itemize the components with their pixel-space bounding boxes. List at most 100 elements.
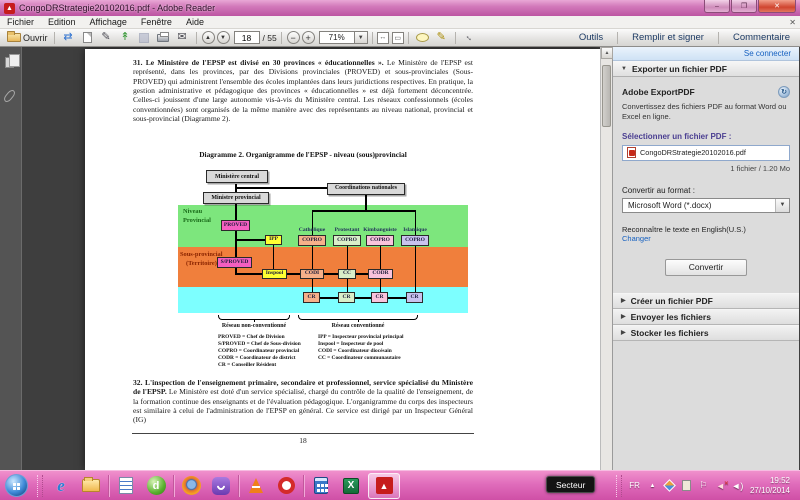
triangle-right-icon: ▶ xyxy=(621,329,626,336)
navigation-pane xyxy=(0,47,22,470)
minimize-button[interactable]: – xyxy=(704,0,730,13)
change-language-link[interactable]: Changer xyxy=(622,234,790,243)
muted-device-icon[interactable]: ◄ xyxy=(714,479,727,493)
start-button[interactable] xyxy=(5,474,28,497)
chevron-down-icon: ▼ xyxy=(358,35,364,41)
export-pdf-header[interactable]: ▼ Exporter un fichier PDF xyxy=(613,61,799,77)
maximize-button[interactable]: ❐ xyxy=(731,0,757,13)
fullscreen-icon: ↔ xyxy=(463,31,476,44)
document-canvas: 31. Le Ministère de l'EPSP est divisé en… xyxy=(22,47,600,470)
zoom-dropdown[interactable]: ▼ xyxy=(355,31,368,44)
section-envoyer-fichiers[interactable]: ▶ Envoyer les fichiers xyxy=(613,309,799,325)
upload-button[interactable]: ↟ xyxy=(118,30,133,45)
fit-page-button[interactable]: ▭ xyxy=(392,32,404,44)
calculator-icon[interactable] xyxy=(308,474,334,498)
fit-width-button[interactable]: ↔ xyxy=(377,32,389,44)
node-copro-islamique: COPRO xyxy=(401,235,429,246)
selected-file-box[interactable]: CongoDRStrategie20102016.pdf xyxy=(622,145,790,161)
page-thumbnails-icon[interactable] xyxy=(5,57,14,68)
menu-fenetre[interactable]: Fenêtre xyxy=(134,16,179,28)
windows-explorer-icon[interactable] xyxy=(78,474,104,498)
section-stocker-fichiers[interactable]: ▶ Stocker les fichiers xyxy=(613,325,799,341)
save-button[interactable] xyxy=(137,30,152,45)
clipboard-icon[interactable] xyxy=(680,479,693,493)
print-icon xyxy=(157,34,169,42)
sign-in-link[interactable]: Se connecter xyxy=(744,49,791,58)
print-button[interactable] xyxy=(156,30,171,45)
brace-non-conventionne xyxy=(218,315,290,320)
triangle-right-icon: ▶ xyxy=(621,313,626,320)
zoom-in-icon: + xyxy=(306,33,311,43)
legend-left: PROVED = Chef de Division S/PROVED = Che… xyxy=(218,334,301,369)
email-button[interactable]: ✉ xyxy=(175,30,190,45)
document-scrollbar[interactable]: ▲ xyxy=(600,47,612,470)
comment-button[interactable] xyxy=(415,30,430,45)
scroll-up-button[interactable]: ▲ xyxy=(601,47,613,59)
page-total-label: / 55 xyxy=(263,33,277,43)
remplir-signer-button[interactable]: Remplir et signer xyxy=(622,29,714,46)
scrollbar-thumb[interactable] xyxy=(602,65,611,127)
format-dropdown[interactable]: Microsoft Word (*.docx) ▼ xyxy=(622,198,790,213)
page-down-icon: ▼ xyxy=(220,35,226,41)
section-creer-pdf[interactable]: ▶ Créer un fichier PDF xyxy=(613,293,799,309)
paragraph-31-lead: 31. Le Ministère de l'EPSP est divisé en… xyxy=(133,58,384,67)
free-studio-icon[interactable]: d xyxy=(143,474,169,498)
attachments-icon[interactable] xyxy=(2,88,16,103)
page-number: 18 xyxy=(133,436,473,445)
menu-edition[interactable]: Edition xyxy=(41,16,83,28)
open-label[interactable]: Ouvrir xyxy=(23,33,48,43)
convert-button[interactable]: Convertir xyxy=(665,259,747,276)
paragraph-31-body: Le Ministère de l'EPSP est représenté, d… xyxy=(133,58,473,123)
fullscreen-button[interactable]: ↔ xyxy=(462,30,477,45)
main-area: 31. Le Ministère de l'EPSP est divisé en… xyxy=(0,47,800,470)
menu-bar: Fichier Edition Affichage Fenêtre Aide ✕ xyxy=(0,16,800,29)
node-codi: CODI xyxy=(300,269,324,279)
selected-file-name: CongoDRStrategie20102016.pdf xyxy=(640,148,746,157)
excel-icon[interactable]: X xyxy=(338,474,364,498)
menu-fichier[interactable]: Fichier xyxy=(0,16,41,28)
paragraph-32: 32. L'inspection de l'enseignement prima… xyxy=(133,378,473,425)
opera-icon[interactable] xyxy=(273,474,299,498)
node-codr: CODR xyxy=(368,269,393,279)
menu-aide[interactable]: Aide xyxy=(179,16,211,28)
share-file-button[interactable]: ⇄ xyxy=(61,30,76,45)
page-number-input[interactable] xyxy=(234,31,260,44)
create-pdf-button[interactable] xyxy=(80,30,95,45)
document-close-icon[interactable]: ✕ xyxy=(789,18,796,27)
vlc-icon[interactable] xyxy=(243,474,269,498)
firefox-icon[interactable] xyxy=(178,474,204,498)
hidden-icons-arrow[interactable]: ▲ xyxy=(646,479,659,493)
outils-button[interactable]: Outils xyxy=(569,29,613,46)
open-button[interactable] xyxy=(6,30,21,45)
paragraph-31: 31. Le Ministère de l'EPSP est divisé en… xyxy=(133,58,473,123)
open-folder-icon xyxy=(7,33,21,42)
format-value: Microsoft Word (*.docx) xyxy=(623,201,775,210)
volume-icon[interactable]: ◄) xyxy=(731,479,744,493)
zoom-level-value[interactable]: 71% xyxy=(319,31,355,44)
antivirus-icon[interactable] xyxy=(663,479,676,493)
language-indicator[interactable]: FR xyxy=(629,481,640,490)
zoom-in-button[interactable]: + xyxy=(302,31,315,44)
paragraph-32-body: Le Ministère est doté d'un service spéci… xyxy=(133,387,473,424)
internet-explorer-icon[interactable]: e xyxy=(48,474,74,498)
node-copro-catholique: COPRO xyxy=(298,235,326,246)
language-bar-button[interactable]: Secteur xyxy=(546,476,595,493)
wps-writer-icon[interactable] xyxy=(113,474,139,498)
windows-logo-icon xyxy=(13,483,16,486)
node-ministre-provincial: Ministre provincial xyxy=(203,192,269,204)
export-tool-title: Adobe ExportPDF xyxy=(622,87,695,97)
next-page-button[interactable]: ▼ xyxy=(217,31,230,44)
previous-page-button[interactable]: ▲ xyxy=(202,31,215,44)
close-button[interactable]: ✕ xyxy=(758,0,796,13)
viber-icon[interactable] xyxy=(208,474,234,498)
action-center-flag-icon[interactable]: ⚐ xyxy=(697,479,710,493)
taskbar-clock[interactable]: 19:52 27/10/2014 xyxy=(750,476,790,496)
zoom-out-button[interactable]: − xyxy=(287,31,300,44)
adobe-reader-taskbar-button[interactable]: ▲ xyxy=(368,473,400,499)
highlight-button[interactable]: ✎ xyxy=(434,30,449,45)
brace-left-label: Réseau non-conventionné xyxy=(194,323,314,329)
tray-grip xyxy=(616,475,622,497)
menu-affichage[interactable]: Affichage xyxy=(83,16,134,28)
commentaire-button[interactable]: Commentaire xyxy=(723,29,800,46)
sign-button[interactable]: ✎ xyxy=(99,30,114,45)
